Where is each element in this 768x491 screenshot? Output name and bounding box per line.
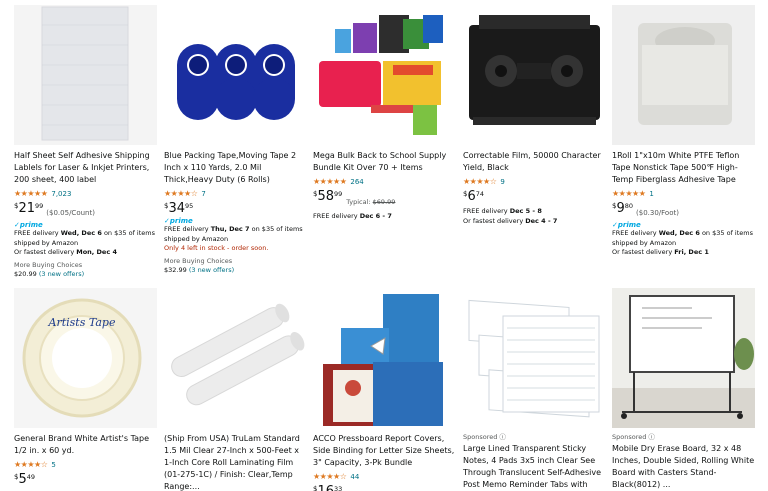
star-rating-icon: ★★★★★ <box>612 189 646 198</box>
typical-price: Typical: $69.99 <box>346 198 396 206</box>
rating[interactable]: ★★★★★ 264 <box>313 177 456 187</box>
price-fraction: 99 <box>334 190 343 198</box>
rating[interactable]: ★★★★★ 7,023 <box>14 189 157 199</box>
price-fraction: 74 <box>475 190 485 198</box>
offers-link[interactable]: (3 new offers) <box>39 270 84 278</box>
price-fraction: 49 <box>26 473 36 481</box>
review-count[interactable]: 1 <box>649 189 653 199</box>
price[interactable]: $ 5 49 <box>14 473 157 487</box>
price-whole: 58 <box>317 189 335 204</box>
product-card: Mega Bulk Back to School Supply Bundle K… <box>313 5 456 222</box>
prime-badge-icon: ✓prime <box>164 217 193 225</box>
price[interactable]: $ 9 80 ($0.30/Foot) <box>612 202 755 220</box>
delivery-info: FREE delivery Dec 5 - 8 <box>463 207 542 215</box>
product-image[interactable] <box>313 5 456 145</box>
price[interactable]: $ 16 33 <box>313 485 456 491</box>
prime-badge-icon: ✓prime <box>14 221 43 229</box>
price-whole: 9 <box>616 201 625 216</box>
price-fraction: 95 <box>185 202 194 210</box>
product-image[interactable] <box>463 288 606 428</box>
price[interactable]: $ 21 99 ($0.05/Count) <box>14 202 157 220</box>
offer-price: $32.99 <box>164 266 187 274</box>
product-title[interactable]: Mega Bulk Back to School Supply Bundle K… <box>313 150 456 174</box>
product-title[interactable]: Mobile Dry Erase Board, 32 x 48 Inches, … <box>612 443 755 491</box>
product-title[interactable]: ACCO Pressboard Report Covers, Side Bind… <box>313 433 456 469</box>
price-whole: 5 <box>18 472 27 487</box>
price-whole: 16 <box>317 485 334 491</box>
sponsored-label[interactable]: Sponsored ⓘ <box>463 433 606 442</box>
review-count[interactable]: 7,023 <box>51 189 71 199</box>
delivery-info: FREE delivery Wed, Dec 6 on $35 of items… <box>14 229 155 247</box>
more-buying-choices: More Buying Choices <box>164 256 233 265</box>
product-card: ACCO Pressboard Report Covers, Side Bind… <box>313 288 456 491</box>
review-count[interactable]: 5 <box>51 460 55 470</box>
price-whole: 34 <box>168 201 186 216</box>
product-title[interactable]: General Brand White Artist's Tape 1/2 in… <box>14 433 157 457</box>
price-fraction: 33 <box>334 485 343 491</box>
product-image[interactable] <box>164 5 307 145</box>
price[interactable]: $ 6 74 <box>463 190 606 204</box>
rating[interactable]: ★★★★☆ 9 <box>463 177 606 187</box>
product-image[interactable]: Artists Tape <box>14 288 157 428</box>
product-card: Correctable Film, 50000 Character Yield,… <box>463 5 606 226</box>
product-title[interactable]: (Ship From USA) TruLam Standard 1.5 Mil … <box>164 433 307 491</box>
product-card: Sponsored ⓘ Large Lined Transparent Stic… <box>463 288 606 491</box>
product-card: 1Roll 1"x10m White PTFE Teflon Tape Nons… <box>612 5 755 258</box>
delivery-info: FREE delivery Dec 6 - 7 <box>313 212 392 220</box>
price-fraction: 80 <box>624 202 634 210</box>
product-card: Blue Packing Tape,Moving Tape 2 Inch x 1… <box>164 5 307 276</box>
product-card: (Ship From USA) TruLam Standard 1.5 Mil … <box>164 288 307 491</box>
fastest-delivery: Or fastest delivery Dec 4 - 7 <box>463 216 558 225</box>
stock-warning: Only 4 left in stock - order soon. <box>164 244 269 252</box>
product-card: Artists Tape General Brand White Artist'… <box>14 288 157 487</box>
product-image[interactable] <box>313 288 456 428</box>
star-rating-icon: ★★★★☆ <box>14 460 48 469</box>
more-buying-choices: More Buying Choices <box>14 260 83 269</box>
price-whole: 21 <box>18 201 36 216</box>
product-image[interactable] <box>612 288 755 428</box>
unit-price: ($0.05/Count) <box>46 209 95 217</box>
rating[interactable]: ★★★★☆ 5 <box>14 460 157 470</box>
price[interactable]: $ 58 99 Typical: $69.99 <box>313 190 456 209</box>
fastest-delivery: Or fastest delivery Mon, Dec 4 <box>14 248 117 256</box>
product-card: Sponsored ⓘ Mobile Dry Erase Board, 32 x… <box>612 288 755 491</box>
price-fraction: 99 <box>35 202 44 210</box>
product-title[interactable]: Blue Packing Tape,Moving Tape 2 Inch x 1… <box>164 150 307 186</box>
offers-link[interactable]: (3 new offers) <box>189 266 234 274</box>
star-rating-icon: ★★★★★ <box>14 189 48 198</box>
star-rating-icon: ★★★★☆ <box>463 177 497 186</box>
delivery-info: FREE delivery Wed, Dec 6 on $35 of items… <box>612 229 753 247</box>
product-title[interactable]: Large Lined Transparent Sticky Notes, 4 … <box>463 443 606 491</box>
star-rating-icon: ★★★★★ <box>313 177 347 186</box>
review-count[interactable]: 44 <box>350 472 359 482</box>
price[interactable]: $ 34 95 <box>164 202 307 216</box>
offers: $20.99 (3 new offers) <box>14 270 157 280</box>
review-count[interactable]: 9 <box>500 177 504 187</box>
review-count[interactable]: 7 <box>201 189 205 199</box>
offers: $32.99 (3 new offers) <box>164 266 307 276</box>
unit-price: ($0.30/Foot) <box>636 209 679 217</box>
product-card: Half Sheet Self Adhesive Shipping Lablel… <box>14 5 157 280</box>
review-count[interactable]: 264 <box>350 177 363 187</box>
product-title[interactable]: Half Sheet Self Adhesive Shipping Lablel… <box>14 150 157 186</box>
prime-badge-icon: ✓prime <box>612 221 641 229</box>
product-image[interactable] <box>164 288 307 428</box>
product-title[interactable]: Correctable Film, 50000 Character Yield,… <box>463 150 606 174</box>
tape-label-text: Artists Tape <box>48 316 116 329</box>
price-whole: 6 <box>467 189 476 204</box>
product-image[interactable] <box>14 5 157 145</box>
star-rating-icon: ★★★★☆ <box>313 472 347 481</box>
rating[interactable]: ★★★★★ 1 <box>612 189 755 199</box>
sponsored-label[interactable]: Sponsored ⓘ <box>612 433 755 442</box>
offer-price: $20.99 <box>14 270 37 278</box>
star-rating-icon: ★★★★☆ <box>164 189 198 198</box>
product-image[interactable] <box>463 5 606 145</box>
product-title[interactable]: 1Roll 1"x10m White PTFE Teflon Tape Nons… <box>612 150 755 186</box>
rating[interactable]: ★★★★☆ 7 <box>164 189 307 199</box>
rating[interactable]: ★★★★☆ 44 <box>313 472 456 482</box>
product-image[interactable] <box>612 5 755 145</box>
fastest-delivery: Or fastest delivery Fri, Dec 1 <box>612 248 709 256</box>
delivery-info: FREE delivery Thu, Dec 7 on $35 of items… <box>164 225 303 243</box>
